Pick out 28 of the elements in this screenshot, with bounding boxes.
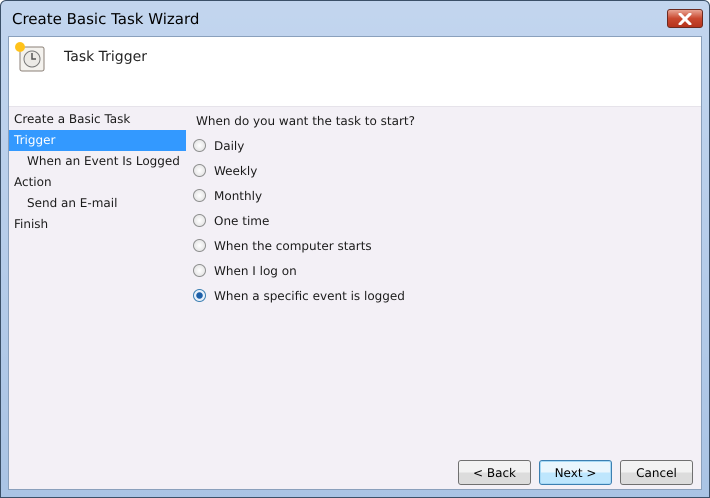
radio-button[interactable]	[193, 289, 206, 302]
radio-button[interactable]	[193, 139, 206, 152]
radio-button[interactable]	[193, 214, 206, 227]
sidebar-item[interactable]: Finish	[9, 214, 186, 235]
radio-button[interactable]	[193, 239, 206, 252]
question-text: When do you want the task to start?	[196, 113, 415, 130]
clock-icon	[14, 41, 46, 73]
sidebar-item[interactable]: When an Event Is Logged	[9, 151, 186, 172]
option-label[interactable]: When I log on	[214, 262, 297, 278]
page-title: Task Trigger	[64, 49, 147, 65]
window-title: Create Basic Task Wizard	[11, 10, 200, 28]
radio-button[interactable]	[193, 164, 206, 177]
sidebar-item[interactable]: Action	[9, 172, 186, 193]
dialog-button[interactable]: < Back	[458, 460, 531, 485]
radio-button[interactable]	[193, 189, 206, 202]
sidebar-item[interactable]: Send an E-mail	[9, 193, 186, 214]
option-label[interactable]: Weekly	[214, 162, 258, 178]
close-icon	[678, 12, 692, 24]
option-label[interactable]: Daily	[214, 138, 244, 154]
option-label[interactable]: One time	[214, 212, 270, 228]
radio-button[interactable]	[193, 264, 206, 277]
option-label[interactable]: When a specific event is logged	[214, 288, 405, 304]
option-label[interactable]: When the computer starts	[214, 238, 372, 254]
dialog-button[interactable]: Next >	[539, 460, 612, 485]
option-label[interactable]: Monthly	[214, 188, 262, 204]
sidebar-item[interactable]: Create a Basic Task	[9, 109, 186, 130]
close-button[interactable]	[667, 9, 703, 28]
dialog-button[interactable]: Cancel	[620, 460, 693, 485]
